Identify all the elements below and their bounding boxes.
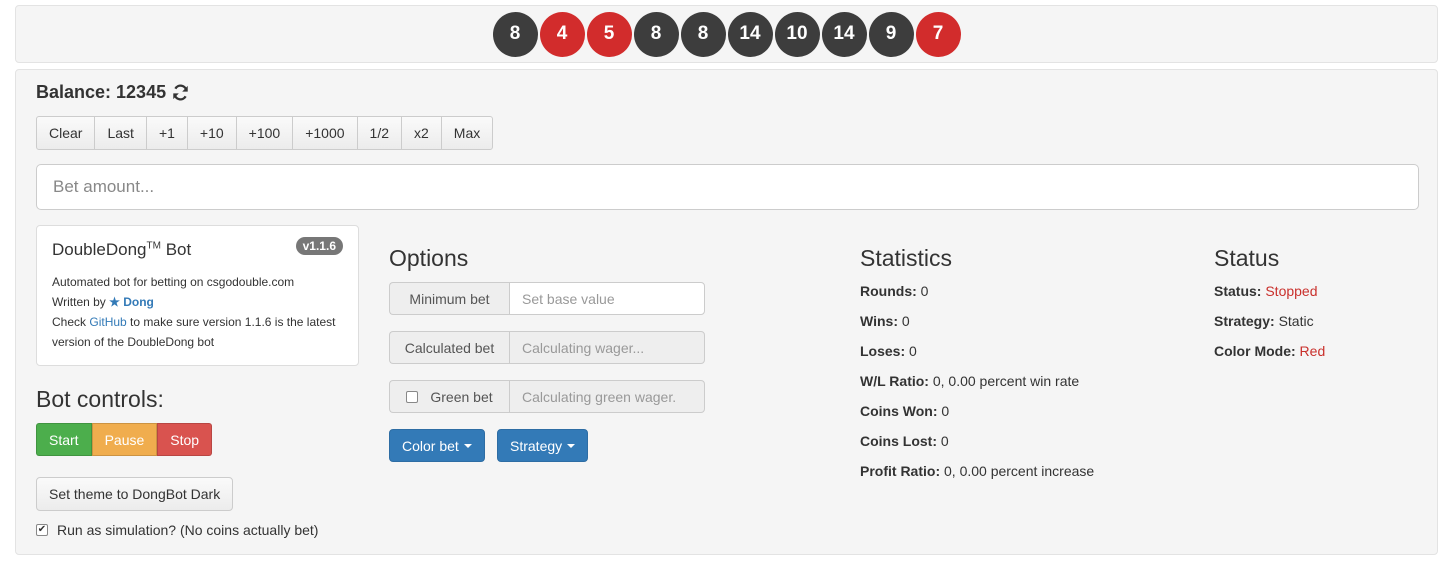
statistics-title: Statistics xyxy=(860,245,953,271)
minimum-bet-group: Minimum bet Set base value xyxy=(389,282,705,315)
strategy-dropdown[interactable]: Strategy xyxy=(497,429,589,462)
status-state: Status: Stopped xyxy=(1214,283,1318,299)
simulation-option[interactable]: ✔ Run as simulation? (No coins actually … xyxy=(36,522,318,538)
last-button[interactable]: Last xyxy=(94,116,147,150)
stat-coins-won: Coins Won: 0 xyxy=(860,403,950,419)
bot-controls-title: Bot controls: xyxy=(36,386,164,412)
plus-10-button[interactable]: +10 xyxy=(186,116,237,150)
status-title: Status xyxy=(1214,245,1280,271)
roll-ball: 9 xyxy=(868,11,914,57)
minimum-bet-label: Minimum bet xyxy=(389,282,509,315)
roll-ball: 8 xyxy=(680,11,726,57)
stat-wl-ratio: W/L Ratio: 0, 0.00 percent win rate xyxy=(860,373,1080,389)
bot-description: Automated bot for betting on csgodouble.… xyxy=(52,275,295,289)
double-button[interactable]: x2 xyxy=(401,116,442,150)
bet-amount-input[interactable] xyxy=(36,164,1419,210)
pause-button[interactable]: Pause xyxy=(91,423,158,456)
minimum-bet-input[interactable]: Set base value xyxy=(509,282,705,315)
start-button[interactable]: Start xyxy=(36,423,92,456)
half-button[interactable]: 1/2 xyxy=(356,116,402,150)
green-bet-input: Calculating green wager. xyxy=(509,380,705,413)
max-button[interactable]: Max xyxy=(440,116,494,150)
color-bet-dropdown[interactable]: Color bet xyxy=(389,429,485,462)
calculated-bet-group: Calculated bet Calculating wager... xyxy=(389,331,705,364)
stat-profit-ratio: Profit Ratio: 0, 0.00 percent increase xyxy=(860,463,1095,479)
plus-1000-button[interactable]: +1000 xyxy=(292,116,358,150)
stop-button[interactable]: Stop xyxy=(157,423,213,456)
version-note: version of the DoubleDong bot xyxy=(52,335,215,349)
roll-ball: 5 xyxy=(586,11,632,57)
balance-label: Balance: 12345 xyxy=(36,82,167,102)
author-link[interactable]: ★ Dong xyxy=(109,295,154,309)
stat-rounds: Rounds: 0 xyxy=(860,283,929,299)
simulation-label: Run as simulation? (No coins actually be… xyxy=(57,522,319,538)
github-link[interactable]: GitHub xyxy=(89,315,126,329)
roll-ball: 14 xyxy=(821,11,867,57)
stat-loses: Loses: 0 xyxy=(860,343,917,359)
calculated-bet-input: Calculating wager... xyxy=(509,331,705,364)
roll-ball: 7 xyxy=(915,11,961,57)
roll-ball: 10 xyxy=(774,11,820,57)
version-badge: v1.1.6 xyxy=(295,237,343,255)
status-color-mode: Color Mode: Red xyxy=(1214,343,1326,359)
roll-ball: 8 xyxy=(633,11,679,57)
bet-adjust-buttons: Clear Last +1 +10 +100 +1000 1/2 x2 Max xyxy=(36,116,494,150)
green-bet-group: Green bet Calculating green wager. xyxy=(389,380,705,413)
plus-100-button[interactable]: +100 xyxy=(235,116,294,150)
refresh-icon[interactable] xyxy=(172,84,189,101)
author-line: Written by ★ Dong xyxy=(52,295,154,309)
theme-button[interactable]: Set theme to DongBot Dark xyxy=(36,477,234,511)
stat-coins-lost: Coins Lost: 0 xyxy=(860,433,949,449)
github-line: Check GitHub to make sure version 1.1.6 … xyxy=(52,315,336,329)
roll-history: 8 4 5 8 8 14 10 14 9 7 xyxy=(15,5,1438,63)
roll-ball: 14 xyxy=(727,11,773,57)
roll-ball: 4 xyxy=(539,11,585,57)
stat-wins: Wins: 0 xyxy=(860,313,910,329)
balance-display: Balance: 12345 xyxy=(36,82,189,103)
calculated-bet-label: Calculated bet xyxy=(389,331,509,364)
clear-button[interactable]: Clear xyxy=(36,116,96,150)
roll-ball: 8 xyxy=(492,11,538,57)
green-bet-label: Green bet xyxy=(430,388,493,405)
simulation-checkbox[interactable]: ✔ xyxy=(36,524,48,536)
status-strategy: Strategy: Static xyxy=(1214,313,1314,329)
options-title: Options xyxy=(389,245,469,271)
plus-1-button[interactable]: +1 xyxy=(145,116,188,150)
bot-info-card: DoubleDongTM Bot v1.1.6 Automated bot fo… xyxy=(36,225,359,366)
green-bet-toggle[interactable]: Green bet xyxy=(389,380,509,413)
caret-down-icon xyxy=(463,443,472,448)
bot-panel: Balance: 12345 Clear Last +1 +10 +100 +1… xyxy=(15,69,1438,555)
caret-down-icon xyxy=(567,443,576,448)
bot-control-buttons: Start Pause Stop xyxy=(36,423,213,456)
green-bet-checkbox[interactable] xyxy=(406,390,419,403)
